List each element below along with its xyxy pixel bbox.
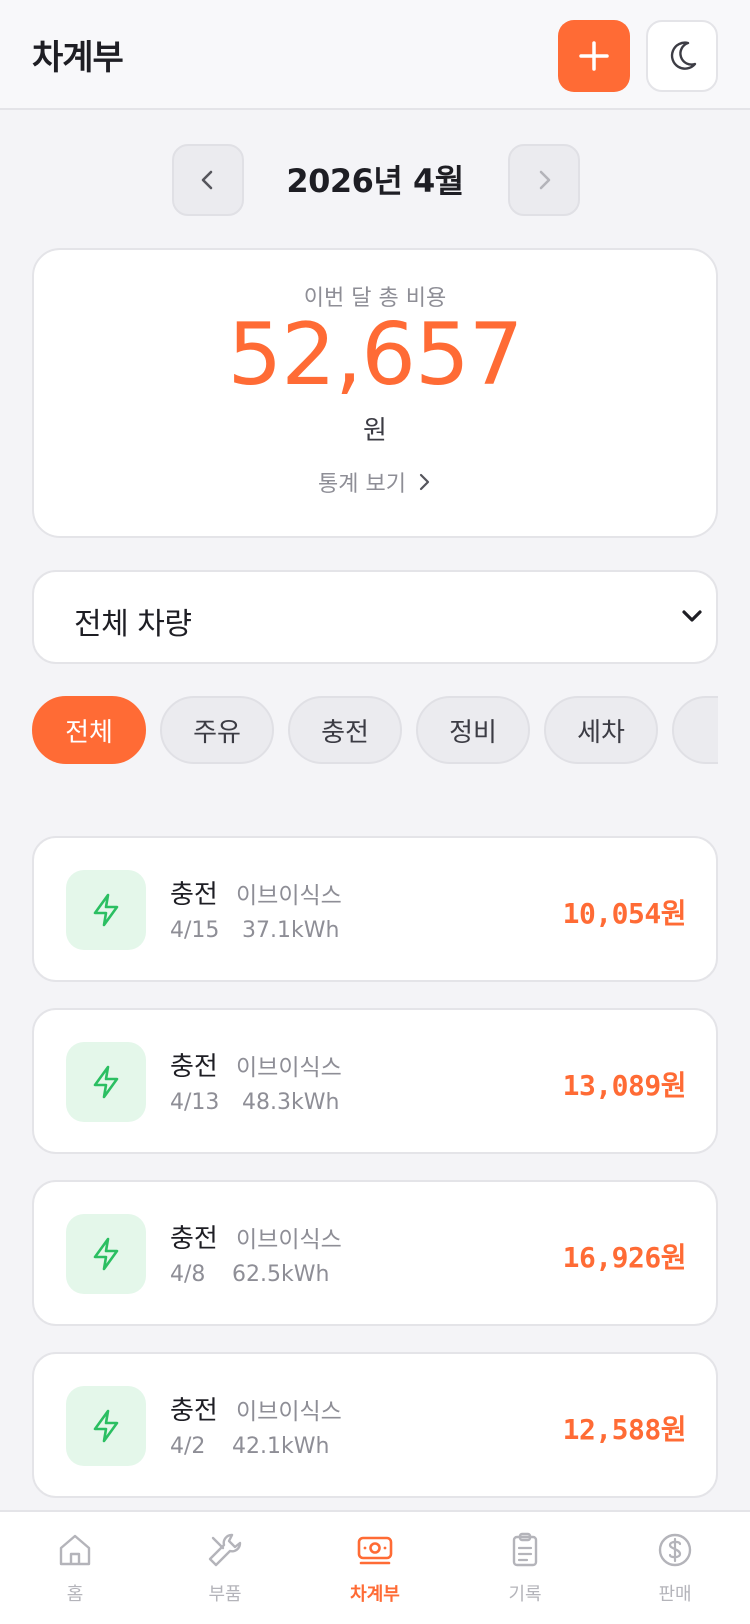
transaction-amount: 13,089원 [562, 1069, 687, 1102]
lightning-icon [93, 893, 119, 927]
lightning-icon [93, 1065, 119, 1099]
transaction-card[interactable]: 충전 이브이식스 4/13 48.3kWh 13,089원 [32, 1008, 718, 1154]
nav-item-home[interactable]: 홈 [0, 1512, 150, 1624]
month-selector: 2026년 4월 [0, 144, 750, 216]
nav-label: 부품 [208, 1584, 242, 1605]
transaction-amount: 16,926원 [562, 1241, 687, 1274]
chevron-right-icon [539, 170, 551, 190]
vehicle-select[interactable]: 전체 차량 [32, 570, 718, 664]
money-icon [357, 1536, 393, 1565]
transaction-energy: 37.1kWh [242, 918, 340, 943]
stats-link[interactable]: 통계 보기 [34, 466, 716, 498]
transaction-card[interactable]: 충전 이브이식스 4/8 62.5kWh 16,926원 [32, 1180, 718, 1326]
summary-amount: 52,657 [227, 305, 524, 405]
vehicle-select-value: 전체 차량 [74, 607, 192, 642]
lightning-icon [93, 1237, 119, 1271]
transaction-category: 충전 [170, 1052, 218, 1082]
chevron-right-icon [419, 473, 430, 491]
charge-icon-tile [66, 1042, 146, 1122]
add-expense-button[interactable] [558, 20, 630, 92]
summary-unit: 원 [363, 416, 387, 446]
charge-icon-tile [66, 1386, 146, 1466]
transaction-category: 충전 [170, 1396, 218, 1426]
chevron-left-icon [201, 170, 213, 190]
bottom-nav: 홈 부품 차계부 기록 판매 [0, 1510, 750, 1624]
filter-chip-fuel[interactable]: 주유 [160, 696, 274, 764]
monthly-summary-card: 이번 달 총 비용 52,657 원 통계 보기 [32, 248, 718, 538]
charge-icon-tile [66, 1214, 146, 1294]
filter-chip-maintenance[interactable]: 정비 [416, 696, 530, 764]
lightning-icon [93, 1409, 119, 1443]
transaction-card[interactable]: 충전 이브이식스 4/2 42.1kWh 12,588원 [32, 1352, 718, 1498]
wrench-icon [208, 1533, 242, 1567]
transaction-energy: 42.1kWh [232, 1434, 330, 1459]
dollar-icon [658, 1533, 692, 1567]
transaction-category: 충전 [170, 880, 218, 910]
charge-icon-tile [66, 870, 146, 950]
transaction-station: 이브이식스 [236, 1227, 342, 1253]
transaction-station: 이브이식스 [236, 1055, 342, 1081]
nav-item-sell[interactable]: 판매 [600, 1512, 750, 1624]
nav-label: 기록 [508, 1584, 542, 1605]
category-filter-chips: 전체 주유 충전 정비 세차 [32, 696, 718, 766]
plus-icon [579, 41, 609, 71]
chevron-down-icon [682, 610, 702, 622]
app-header: 차계부 [0, 0, 750, 110]
nav-item-records[interactable]: 기록 [450, 1512, 600, 1624]
page-title: 차계부 [32, 38, 124, 78]
month-label: 2026년 4월 [286, 162, 464, 200]
transaction-date: 4/2 [170, 1434, 206, 1459]
nav-item-parts[interactable]: 부품 [150, 1512, 300, 1624]
filter-chip-wash[interactable]: 세차 [544, 696, 658, 764]
theme-toggle-button[interactable] [646, 20, 718, 92]
nav-item-ledger[interactable]: 차계부 [300, 1512, 450, 1624]
nav-label: 차계부 [350, 1584, 400, 1605]
stats-link-label: 통계 보기 [318, 472, 406, 497]
moon-icon [670, 41, 697, 70]
transaction-energy: 48.3kWh [242, 1090, 340, 1115]
filter-chip-more[interactable] [672, 696, 718, 764]
prev-month-button[interactable] [172, 144, 244, 216]
transaction-date: 4/8 [170, 1262, 206, 1287]
home-icon [59, 1534, 91, 1566]
transaction-energy: 62.5kWh [232, 1262, 330, 1287]
transaction-station: 이브이식스 [236, 883, 342, 909]
next-month-button[interactable] [508, 144, 580, 216]
transaction-station: 이브이식스 [236, 1399, 342, 1425]
transaction-date: 4/15 [170, 918, 220, 943]
filter-chip-charge[interactable]: 충전 [288, 696, 402, 764]
nav-label: 판매 [658, 1584, 692, 1605]
transaction-card[interactable]: 충전 이브이식스 4/15 37.1kWh 10,054원 [32, 836, 718, 982]
filter-chip-all[interactable]: 전체 [32, 696, 146, 764]
transaction-category: 충전 [170, 1224, 218, 1254]
transaction-amount: 10,054원 [562, 897, 687, 930]
clipboard-icon [512, 1532, 538, 1567]
nav-label: 홈 [66, 1584, 84, 1605]
transaction-amount: 12,588원 [562, 1413, 687, 1446]
transaction-date: 4/13 [170, 1090, 220, 1115]
